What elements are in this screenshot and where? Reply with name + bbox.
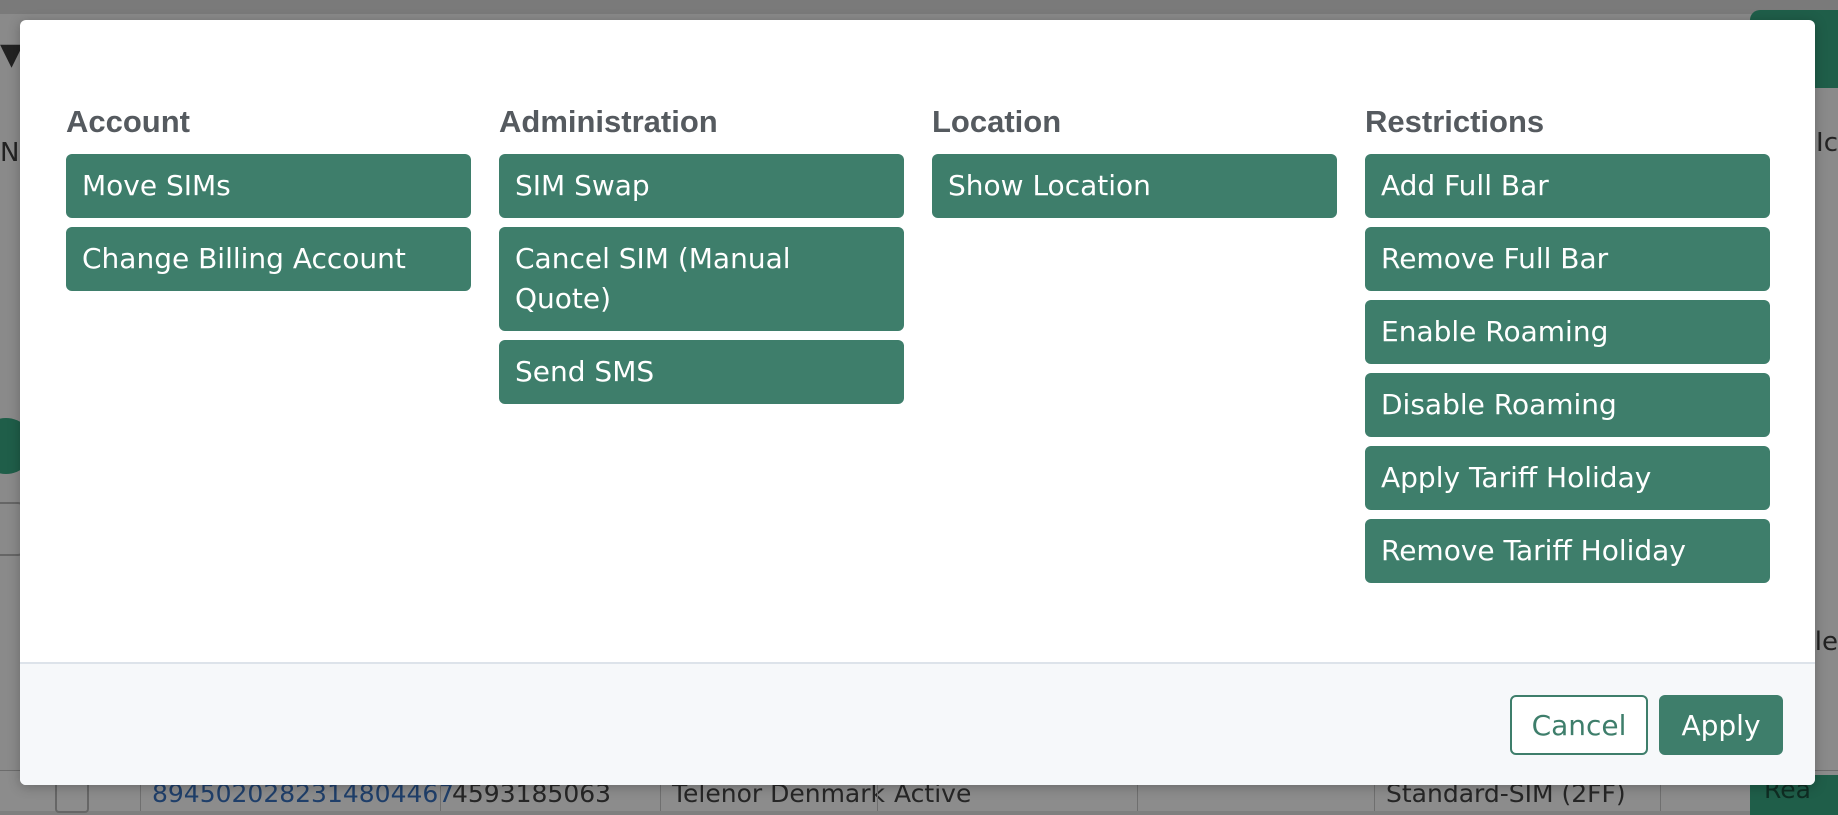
group-title-location: Location [932,104,1062,139]
cancel-sim-manual-quote-button[interactable]: Cancel SIM (Manual Quote) [499,227,904,331]
enable-roaming-button[interactable]: Enable Roaming [1365,300,1770,364]
modal-body: Account Move SIMs Change Billing Account… [20,20,1815,662]
send-sms-button[interactable]: Send SMS [499,340,904,404]
group-administration: Administration SIM Swap Cancel SIM (Manu… [499,102,904,413]
sim-swap-button[interactable]: SIM Swap [499,154,904,218]
add-full-bar-button[interactable]: Add Full Bar [1365,154,1770,218]
apply-button[interactable]: Apply [1659,695,1783,755]
filter-icon: ▼ [0,37,24,72]
group-title-administration: Administration [499,104,718,139]
move-sims-button[interactable]: Move SIMs [66,154,471,218]
remove-tariff-holiday-button[interactable]: Remove Tariff Holiday [1365,519,1770,583]
modal-footer: Cancel Apply [20,662,1815,785]
group-title-restrictions: Restrictions [1365,104,1545,139]
group-account: Account Move SIMs Change Billing Account [66,102,471,300]
change-billing-account-button[interactable]: Change Billing Account [66,227,471,291]
apply-tariff-holiday-button[interactable]: Apply Tariff Holiday [1365,446,1770,510]
disable-roaming-button[interactable]: Disable Roaming [1365,373,1770,437]
group-restrictions: Restrictions Add Full Bar Remove Full Ba… [1365,102,1770,592]
show-location-button[interactable]: Show Location [932,154,1337,218]
cancel-button[interactable]: Cancel [1510,695,1648,755]
actions-modal: Account Move SIMs Change Billing Account… [20,20,1815,785]
group-title-account: Account [66,104,190,139]
remove-full-bar-button[interactable]: Remove Full Bar [1365,227,1770,291]
background-top-bar [0,0,1838,14]
background-right-text: Ic [1816,128,1838,158]
group-location: Location Show Location [932,102,1337,227]
